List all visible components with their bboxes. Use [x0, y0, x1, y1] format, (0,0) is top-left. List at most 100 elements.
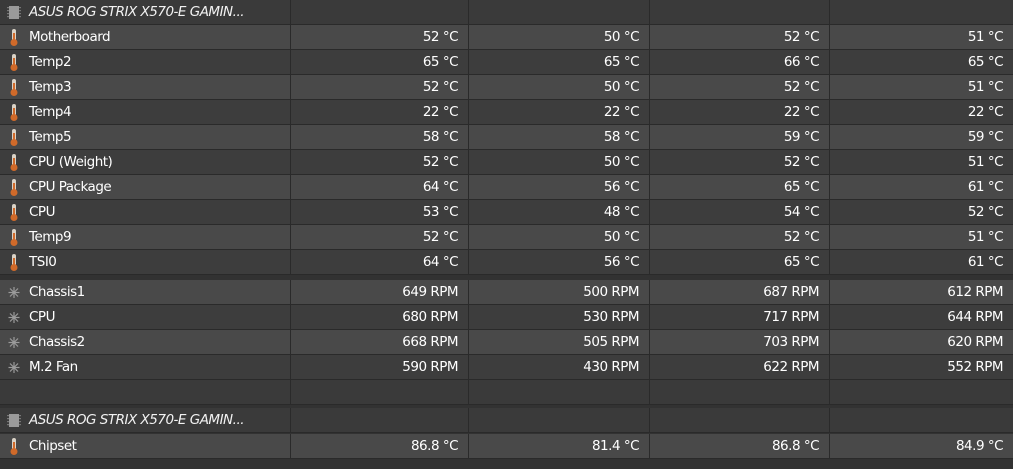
sensor-value-max: 66 °C	[649, 50, 829, 75]
sensor-row[interactable]: CPU Package 64 °C 56 °C 65 °C 61 °C	[0, 175, 1013, 200]
sensor-value-max: 687 RPM	[649, 280, 829, 305]
sensor-label: Temp9	[29, 229, 72, 245]
sensor-value-max: 65 °C	[649, 175, 829, 200]
sensor-value-avg: 52 °C	[829, 200, 1013, 225]
motherboard-chip-icon	[7, 414, 21, 427]
sensor-value-min: 48 °C	[468, 200, 649, 225]
sensor-value-max: 717 RPM	[649, 305, 829, 330]
sensor-value-min: 81.4 °C	[468, 434, 649, 459]
sensor-value-current: 52 °C	[290, 25, 468, 50]
thermometer-icon	[10, 438, 18, 455]
sensor-value-avg: 51 °C	[829, 75, 1013, 100]
sensor-label: Temp3	[29, 79, 72, 95]
sensor-row[interactable]: Temp2 65 °C 65 °C 66 °C 65 °C	[0, 50, 1013, 75]
sensor-value-avg: 51 °C	[829, 25, 1013, 50]
thermometer-icon	[10, 129, 18, 146]
sensor-value-avg: 552 RPM	[829, 355, 1013, 380]
sensor-value-current: 22 °C	[290, 100, 468, 125]
thermometer-icon	[10, 104, 18, 121]
sensor-value-avg: 84.9 °C	[829, 434, 1013, 459]
sensor-label: Temp4	[29, 104, 72, 120]
sensor-label: Temp5	[29, 129, 72, 145]
sensor-value-avg: 22 °C	[829, 100, 1013, 125]
sensor-label: Chassis2	[29, 334, 85, 350]
group-title: ASUS ROG STRIX X570-E GAMIN...	[29, 412, 245, 428]
sensor-value-avg: 65 °C	[829, 50, 1013, 75]
sensor-value-current: 64 °C	[290, 175, 468, 200]
sensor-label: Chipset	[29, 438, 77, 454]
sensor-value-min: 430 RPM	[468, 355, 649, 380]
thermometer-icon	[10, 254, 18, 271]
sensor-value-current: 52 °C	[290, 225, 468, 250]
sensor-value-min: 65 °C	[468, 50, 649, 75]
sensor-value-current: 649 RPM	[290, 280, 468, 305]
fan-icon	[8, 287, 20, 298]
thermometer-icon	[10, 204, 18, 221]
sensor-row[interactable]: M.2 Fan 590 RPM 430 RPM 622 RPM 552 RPM	[0, 355, 1013, 380]
sensor-label: CPU Package	[29, 179, 112, 195]
sensor-value-avg: 61 °C	[829, 175, 1013, 200]
sensor-row[interactable]: Temp3 52 °C 50 °C 52 °C 51 °C	[0, 75, 1013, 100]
group-header[interactable]: ASUS ROG STRIX X570-E GAMIN...	[0, 408, 1013, 433]
sensor-value-max: 52 °C	[649, 225, 829, 250]
sensor-value-min: 22 °C	[468, 100, 649, 125]
thermometer-icon	[10, 79, 18, 96]
thermometer-icon	[10, 29, 18, 46]
sensor-value-min: 56 °C	[468, 175, 649, 200]
sensor-value-max: 52 °C	[649, 25, 829, 50]
sensor-label: CPU (Weight)	[29, 154, 113, 170]
sensor-value-max: 86.8 °C	[649, 434, 829, 459]
sensor-value-max: 59 °C	[649, 125, 829, 150]
sensor-row[interactable]: CPU (Weight) 52 °C 50 °C 52 °C 51 °C	[0, 150, 1013, 175]
sensor-value-max: 54 °C	[649, 200, 829, 225]
sensor-value-current: 53 °C	[290, 200, 468, 225]
sensor-row[interactable]: TSI0 64 °C 56 °C 65 °C 61 °C	[0, 250, 1013, 275]
sensor-value-min: 505 RPM	[468, 330, 649, 355]
sensor-label: M.2 Fan	[29, 359, 78, 375]
sensor-value-avg: 620 RPM	[829, 330, 1013, 355]
spacer-row	[0, 380, 1013, 405]
group-title: ASUS ROG STRIX X570-E GAMIN...	[29, 4, 245, 20]
sensor-value-min: 50 °C	[468, 75, 649, 100]
sensor-value-max: 22 °C	[649, 100, 829, 125]
sensor-label: CPU	[29, 309, 55, 325]
sensor-value-current: 52 °C	[290, 75, 468, 100]
sensor-row[interactable]: Motherboard 52 °C 50 °C 52 °C 51 °C	[0, 25, 1013, 50]
sensor-value-max: 52 °C	[649, 150, 829, 175]
motherboard-chip-icon	[7, 6, 21, 19]
sensor-row[interactable]: CPU 53 °C 48 °C 54 °C 52 °C	[0, 200, 1013, 225]
thermometer-icon	[10, 179, 18, 196]
sensor-value-min: 530 RPM	[468, 305, 649, 330]
sensor-value-avg: 59 °C	[829, 125, 1013, 150]
sensor-label: TSI0	[29, 254, 57, 270]
sensor-value-avg: 644 RPM	[829, 305, 1013, 330]
sensor-row[interactable]: Chassis2 668 RPM 505 RPM 703 RPM 620 RPM	[0, 330, 1013, 355]
sensor-row[interactable]: Chassis1 649 RPM 500 RPM 687 RPM 612 RPM	[0, 280, 1013, 305]
sensor-value-min: 50 °C	[468, 225, 649, 250]
group-header[interactable]: ASUS ROG STRIX X570-E GAMIN...	[0, 0, 1013, 25]
sensor-row[interactable]: Temp4 22 °C 22 °C 22 °C 22 °C	[0, 100, 1013, 125]
sensor-row[interactable]: Temp9 52 °C 50 °C 52 °C 51 °C	[0, 225, 1013, 250]
thermometer-icon	[10, 54, 18, 71]
sensor-value-current: 590 RPM	[290, 355, 468, 380]
thermometer-icon	[10, 229, 18, 246]
sensor-value-max: 622 RPM	[649, 355, 829, 380]
sensor-row[interactable]: Temp5 58 °C 58 °C 59 °C 59 °C	[0, 125, 1013, 150]
sensor-value-max: 65 °C	[649, 250, 829, 275]
sensor-value-min: 58 °C	[468, 125, 649, 150]
sensor-value-current: 64 °C	[290, 250, 468, 275]
sensor-value-current: 680 RPM	[290, 305, 468, 330]
sensor-panel: ASUS ROG STRIX X570-E GAMIN... Motherboa…	[0, 0, 1013, 469]
sensor-value-min: 56 °C	[468, 250, 649, 275]
sensor-label: Temp2	[29, 54, 72, 70]
sensor-value-min: 50 °C	[468, 25, 649, 50]
sensor-value-avg: 612 RPM	[829, 280, 1013, 305]
sensor-value-current: 52 °C	[290, 150, 468, 175]
sensor-value-current: 668 RPM	[290, 330, 468, 355]
thermometer-icon	[10, 154, 18, 171]
sensor-value-current: 86.8 °C	[290, 434, 468, 459]
fan-icon	[8, 362, 20, 373]
sensor-value-min: 50 °C	[468, 150, 649, 175]
sensor-row[interactable]: Chipset 86.8 °C 81.4 °C 86.8 °C 84.9 °C	[0, 434, 1013, 459]
sensor-row[interactable]: CPU 680 RPM 530 RPM 717 RPM 644 RPM	[0, 305, 1013, 330]
